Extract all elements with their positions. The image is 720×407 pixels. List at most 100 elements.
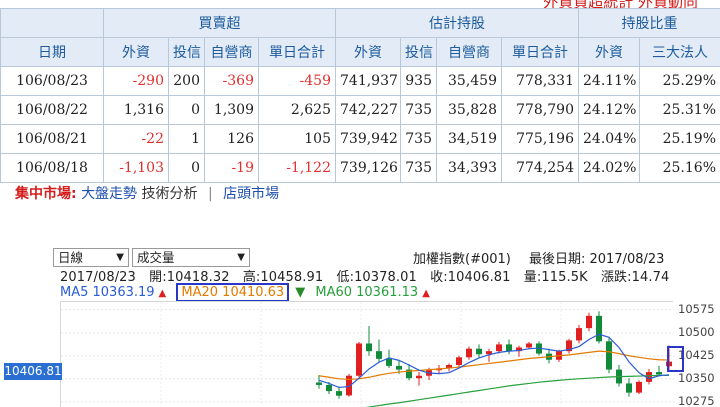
triangle-up-icon: ▲ — [158, 288, 167, 299]
candle-up — [586, 315, 592, 329]
ohlc-change: 漲跌:14.74 — [600, 270, 670, 285]
col-header-dealer: 自營商 — [204, 37, 259, 67]
nav-link-otc-market[interactable]: 店頭市場 — [223, 186, 279, 202]
cell-hold-trust: 735 — [400, 124, 437, 154]
ma20-value: MA20 10410.63 — [181, 285, 285, 300]
last-date: 最後日期: 2017/08/23 — [529, 252, 665, 267]
y-tick-label: 10275 — [678, 393, 715, 407]
cell-foreign: -1,103 — [103, 153, 169, 183]
cell-trust: 1 — [168, 124, 205, 154]
candle-down — [336, 391, 342, 396]
table-row: 106/08/21 -22 1 126 105 739,942 735 34,5… — [0, 124, 720, 154]
corner-cell — [0, 8, 104, 38]
candle-up — [416, 375, 422, 379]
cell-hold-foreign: 742,227 — [335, 95, 401, 125]
cell-dealer: 126 — [204, 124, 259, 154]
candle-down — [376, 351, 382, 359]
ohlc-volume: 量:115.5K — [523, 270, 588, 285]
candle-up — [636, 381, 642, 393]
current-price-tag: 10406.81 — [4, 363, 62, 380]
cell-foreign: -290 — [103, 66, 169, 96]
candle-down — [386, 358, 392, 366]
nav-link-technical-analysis[interactable]: 技術分析 — [142, 186, 198, 202]
table-row: 106/08/23 -290 200 -369 -459 741,937 935… — [0, 66, 720, 96]
cell-hold-total: 775,196 — [501, 124, 579, 154]
col-header-hold-trust: 投信 — [400, 37, 437, 67]
period-select[interactable]: 日線 ▼ — [53, 248, 129, 267]
col-header-ratio-foreign: 外資 — [578, 37, 640, 67]
cell-date: 106/08/22 — [0, 95, 104, 125]
candle-up — [526, 343, 532, 348]
cell-ratio-three: 25.16% — [639, 153, 720, 183]
group-header-holdings: 估計持股 — [335, 8, 579, 38]
cell-ratio-three: 25.19% — [639, 124, 720, 154]
table-row: 106/08/18 -1,103 0 -19 -1,122 739,126 73… — [0, 153, 720, 183]
candle-down — [326, 384, 332, 392]
cell-daily-total: -459 — [258, 66, 336, 96]
col-header-hold-total: 單日合計 — [501, 37, 579, 67]
index-name: 加權指數(#001) — [413, 252, 511, 267]
candlestick-svg — [61, 302, 674, 407]
indicator-select[interactable]: 成交量 ▼ — [132, 248, 250, 267]
cell-ratio-foreign: 24.11% — [578, 66, 640, 96]
col-header-foreign: 外資 — [103, 37, 169, 67]
triangle-up-icon: ▲ — [422, 288, 430, 299]
group-header-ratio: 持股比重 — [578, 8, 720, 38]
cell-trust: 0 — [168, 153, 205, 183]
cell-dealer: 1,309 — [204, 95, 259, 125]
ma60-legend: MA60 10361.13 ▲ — [315, 285, 430, 300]
cell-hold-dealer: 34,519 — [436, 124, 502, 154]
candle-down — [506, 344, 512, 352]
cell-dealer: -369 — [204, 66, 259, 96]
cell-hold-trust: 935 — [400, 66, 437, 96]
market-nav: 集中市場: 大盤走勢 技術分析 | 店頭市場 — [15, 183, 279, 203]
candle-down — [366, 343, 372, 352]
cell-date: 106/08/18 — [0, 153, 104, 183]
ma60-value: MA60 10361.13 — [315, 285, 419, 300]
nav-link-market-trend[interactable]: 大盤走勢 — [81, 186, 137, 202]
cell-hold-dealer: 35,459 — [436, 66, 502, 96]
y-tick-label: 10500 — [678, 324, 715, 339]
cell-ratio-foreign: 24.02% — [578, 153, 640, 183]
cell-ratio-foreign: 24.12% — [578, 95, 640, 125]
candle-down — [596, 315, 602, 342]
cell-hold-trust: 735 — [400, 95, 437, 125]
cell-hold-total: 774,254 — [501, 153, 579, 183]
col-header-trust: 投信 — [168, 37, 205, 67]
cell-hold-dealer: 34,393 — [436, 153, 502, 183]
candle-up — [576, 328, 582, 341]
col-header-daily-total: 單日合計 — [258, 37, 336, 67]
cell-trust: 200 — [168, 66, 205, 96]
cell-hold-total: 778,790 — [501, 95, 579, 125]
cell-date: 106/08/21 — [0, 124, 104, 154]
cell-hold-trust: 735 — [400, 153, 437, 183]
cell-daily-total: -1,122 — [258, 153, 336, 183]
candle-up — [466, 348, 472, 358]
chevron-down-icon: ▼ — [116, 252, 124, 263]
ma-legend: MA5 10363.19 ▲ MA20 10410.63 ▼ MA60 10361.… — [60, 283, 436, 302]
cell-hold-dealer: 35,828 — [436, 95, 502, 125]
cell-trust: 0 — [168, 95, 205, 125]
cell-hold-foreign: 739,942 — [335, 124, 401, 154]
candle-up — [356, 343, 362, 376]
candle-down — [656, 372, 662, 375]
candle-up — [456, 357, 462, 365]
group-header-net-buy: 買賣超 — [103, 8, 336, 38]
candle-down — [396, 365, 402, 370]
cell-date: 106/08/23 — [0, 66, 104, 96]
candle-down — [626, 383, 632, 393]
cell-foreign: 1,316 — [103, 95, 169, 125]
nav-separator: | — [207, 186, 213, 202]
candlestick-plot[interactable] — [60, 301, 674, 407]
ma5-value: MA5 10363.19 — [60, 285, 155, 300]
y-tick-label: 10350 — [678, 370, 715, 385]
cell-ratio-three: 25.29% — [639, 66, 720, 96]
cell-hold-total: 778,331 — [501, 66, 579, 96]
cell-ratio-foreign: 24.04% — [578, 124, 640, 154]
cell-ratio-three: 25.31% — [639, 95, 720, 125]
institutional-trading-table: 買賣超 估計持股 持股比重 日期 外資 投信 自營商 單日合計 外資 投信 自營… — [0, 8, 720, 183]
candle-down — [606, 341, 612, 370]
table-row: 106/08/22 1,316 0 1,309 2,625 742,227 73… — [0, 95, 720, 125]
col-header-hold-dealer: 自營商 — [436, 37, 502, 67]
chevron-down-icon: ▼ — [237, 252, 245, 263]
